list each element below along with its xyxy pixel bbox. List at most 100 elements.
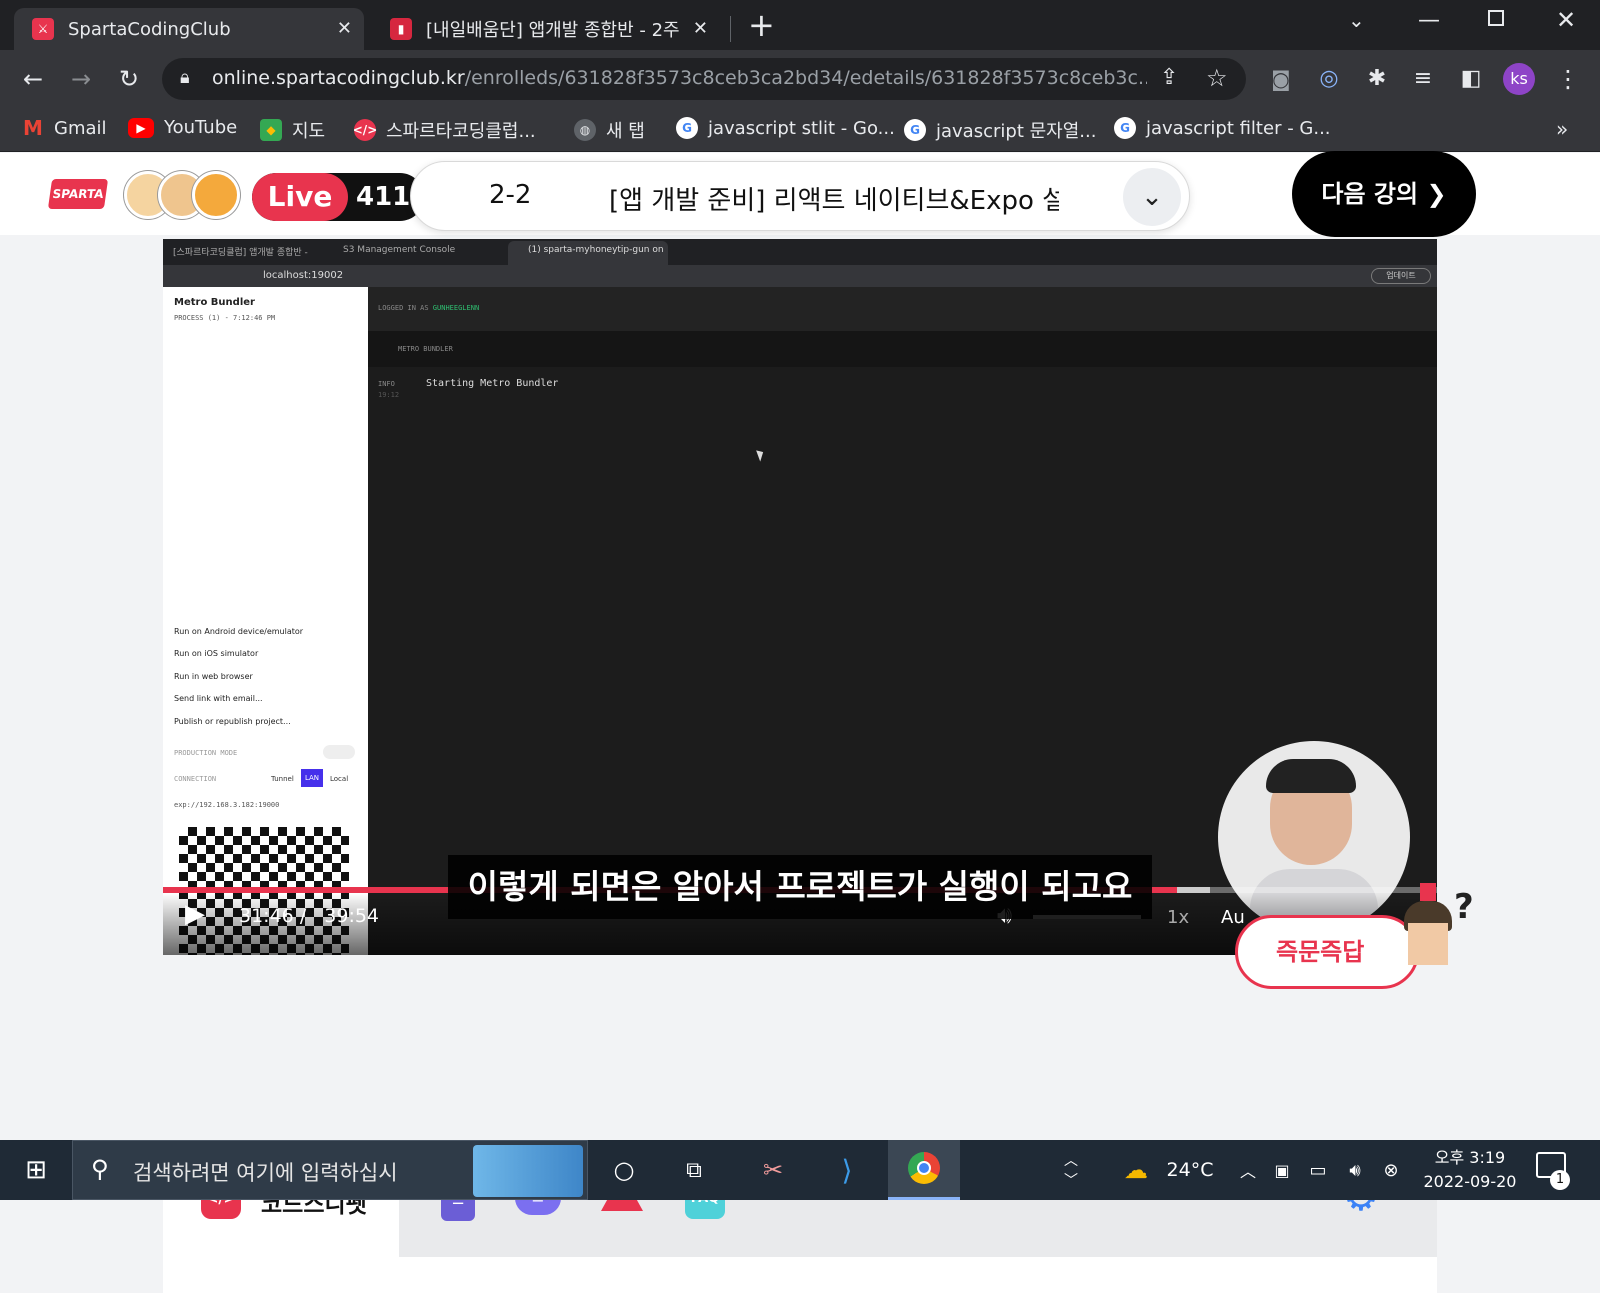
production-mode-toggle: [323, 745, 355, 759]
lesson-selector[interactable]: 2-2 [앱 개발 준비] 리액트 네이티브&Expo 설… ⌄: [410, 161, 1190, 231]
time-separator: /: [299, 905, 307, 927]
task-view-icon[interactable]: ⧉: [672, 1150, 716, 1190]
chrome-icon-center: [917, 1161, 931, 1175]
live-badge[interactable]: Live 411: [252, 173, 424, 221]
time-display: 31:46 / 39:54: [239, 905, 379, 927]
production-mode-label: PRODUCTION MODE: [174, 749, 238, 757]
address-bar[interactable]: 🔒︎ online.spartacodingclub.kr/enrolleds/…: [162, 58, 1246, 100]
logged-in-user: GUNHEEGLENN: [432, 304, 480, 312]
mute-x-icon[interactable]: ⊗: [1378, 1150, 1404, 1190]
scroll-arrows-icon[interactable]: ︿ ﹀: [1060, 1150, 1082, 1190]
current-time: 31:46: [239, 905, 294, 927]
next-lecture-button[interactable]: 다음 강의 ❯: [1292, 151, 1476, 237]
meet-now-icon[interactable]: ▣: [1270, 1150, 1294, 1190]
network-icon[interactable]: ▭: [1304, 1150, 1332, 1190]
question-mark-icon: ?: [1454, 887, 1474, 927]
close-tab-icon[interactable]: ✕: [693, 18, 708, 39]
menu-kebab-icon[interactable]: ⋮: [1553, 64, 1583, 94]
play-icon[interactable]: ▶: [185, 899, 205, 929]
video-player[interactable]: [스파르타코딩클럽] 앱개발 종합반 - S3 Management Conso…: [163, 239, 1437, 955]
bookmark-star-icon[interactable]: ☆: [1206, 64, 1228, 92]
bookmark-sparta[interactable]: </> 스파르타코딩클럽...: [353, 117, 536, 143]
bookmark-label: Gmail: [54, 117, 107, 139]
connection-label: CONNECTION: [174, 775, 217, 783]
quality-button[interactable]: Au: [1221, 907, 1245, 928]
video-subtitle: 이렇게 되면은 알아서 프로젝트가 실행이 되고요: [448, 855, 1152, 919]
youtube-icon: ▶: [128, 117, 154, 138]
live-label: Live: [252, 173, 348, 221]
maps-icon: ◆: [260, 119, 282, 141]
windows-start-icon[interactable]: ⊞: [14, 1150, 58, 1190]
playback-speed-button[interactable]: 1x: [1167, 907, 1189, 928]
profile-avatar[interactable]: ks: [1503, 63, 1535, 95]
clock-time: 오후 3:19: [1434, 1148, 1506, 1167]
browser-tab-strip: ⚔ SpartaCodingClub ✕ ▮ [내일배움단] 앱개발 종합반 -…: [0, 0, 1600, 50]
chevron-down-icon[interactable]: ⌄: [1123, 168, 1181, 226]
bookmark-label: 새 탭: [606, 121, 645, 142]
tray-chevron-icon[interactable]: ︿: [1236, 1150, 1260, 1190]
camera-icon[interactable]: ◙: [1266, 64, 1296, 94]
lock-icon[interactable]: 🔒︎: [180, 67, 190, 88]
vscode-icon[interactable]: ⟩: [824, 1150, 870, 1190]
tab-enrolled-course[interactable]: ▮ [내일배움단] 앱개발 종합반 - 2주 ✕: [372, 8, 720, 50]
tab-divider: [730, 16, 731, 42]
panel-title: Metro Bundler: [174, 297, 255, 308]
weather-icon[interactable]: ☁: [1118, 1150, 1154, 1190]
book-favicon-icon: ▮: [390, 18, 412, 40]
bookmark-label: javascript 문자열...: [936, 121, 1097, 142]
media-queue-icon[interactable]: ≡: [1408, 64, 1438, 94]
bundler-label: METRO BUNDLER: [398, 345, 453, 353]
bookmark-maps[interactable]: ◆ 지도: [260, 117, 325, 143]
bookmark-google-3[interactable]: Gjavascript filter - G...: [1114, 117, 1331, 139]
bookmarks-bar: M Gmail ▶ YouTube ◆ 지도 </> 스파르타코딩클럽... ◍ 새 탭 …: [0, 108, 1600, 152]
share-icon[interactable]: ⇪: [1160, 65, 1178, 90]
extensions-puzzle-icon[interactable]: ✱: [1362, 64, 1392, 94]
tab-search-chevron-icon[interactable]: ⌄: [1348, 8, 1365, 32]
lesson-title: [앱 개발 준비] 리액트 네이티브&Expo 설…: [609, 186, 1059, 216]
new-tab-icon[interactable]: +: [748, 6, 775, 44]
extension-ring-icon[interactable]: ◎: [1314, 64, 1344, 94]
bookmark-google-2[interactable]: Gjavascript 문자열...: [904, 117, 1096, 143]
recorded-url: localhost:19002: [263, 270, 344, 281]
cortana-icon[interactable]: ○: [602, 1150, 646, 1190]
clock-date: 2022-09-20: [1423, 1172, 1517, 1191]
expo-devtools-sidebar: Metro Bundler PROCESS (1) - 7:12:46 PM R…: [163, 287, 368, 955]
back-icon[interactable]: ←: [18, 64, 48, 94]
url-path: /enrolleds/631828f3573c8ceb3ca2bd34/edet…: [464, 67, 1147, 89]
speaker-icon[interactable]: 🔊︎: [1342, 1150, 1368, 1190]
bookmark-new-tab[interactable]: ◍ 새 탭: [574, 117, 645, 143]
chrome-taskbar-button[interactable]: [888, 1140, 960, 1200]
bookmarks-overflow-button[interactable]: »: [1556, 117, 1568, 141]
restore-icon[interactable]: [1488, 10, 1504, 26]
instant-qa-button[interactable]: 즉문즉답: [1235, 915, 1419, 989]
close-window-icon[interactable]: ✕: [1556, 6, 1576, 34]
instructor-hair: [1266, 759, 1356, 793]
forward-icon[interactable]: →: [66, 64, 96, 94]
mascot-icon[interactable]: ?: [1404, 883, 1474, 983]
tab-spartacodingclub[interactable]: ⚔ SpartaCodingClub ✕: [14, 8, 364, 50]
bookmark-label: YouTube: [164, 117, 238, 138]
bookmark-gmail[interactable]: M Gmail: [22, 116, 107, 140]
reload-icon[interactable]: ↻: [114, 64, 144, 94]
taskbar-search-box[interactable]: ⚲ 검색하려면 여기에 입력하십시: [72, 1140, 588, 1200]
bookmark-google-1[interactable]: Gjavascript stlit - Go...: [676, 117, 895, 139]
gmail-icon: M: [23, 116, 43, 140]
bundler-header: METRO BUNDLER: [368, 331, 1437, 367]
side-panel-icon[interactable]: ◧: [1456, 64, 1486, 94]
live-viewer-avatar: [192, 171, 240, 219]
weather-temp[interactable]: 24°C: [1160, 1150, 1220, 1190]
minimize-icon[interactable]: —: [1418, 8, 1440, 33]
chevron-right-icon: ❯: [1426, 180, 1447, 208]
clock[interactable]: 오후 3:19 2022-09-20: [1410, 1146, 1530, 1194]
bookmark-youtube[interactable]: ▶ YouTube: [128, 117, 237, 138]
exp-url: exp://192.168.3.182:19000: [174, 801, 280, 809]
bookmark-label: 스파르타코딩클럽...: [386, 121, 536, 142]
sparta-icon: </>: [353, 119, 377, 141]
live-count: 411: [356, 182, 411, 212]
lecture-page: SPARTA Live 411 2-2 [앱 개발 준비] 리액트 네이티브&E…: [0, 151, 1600, 1293]
sparta-logo[interactable]: SPARTA: [47, 179, 109, 209]
snipping-tool-icon[interactable]: ✂: [750, 1150, 796, 1190]
google-icon: G: [676, 117, 698, 139]
menu-item: Publish or republish project...: [174, 717, 291, 726]
close-tab-icon[interactable]: ✕: [337, 18, 352, 39]
